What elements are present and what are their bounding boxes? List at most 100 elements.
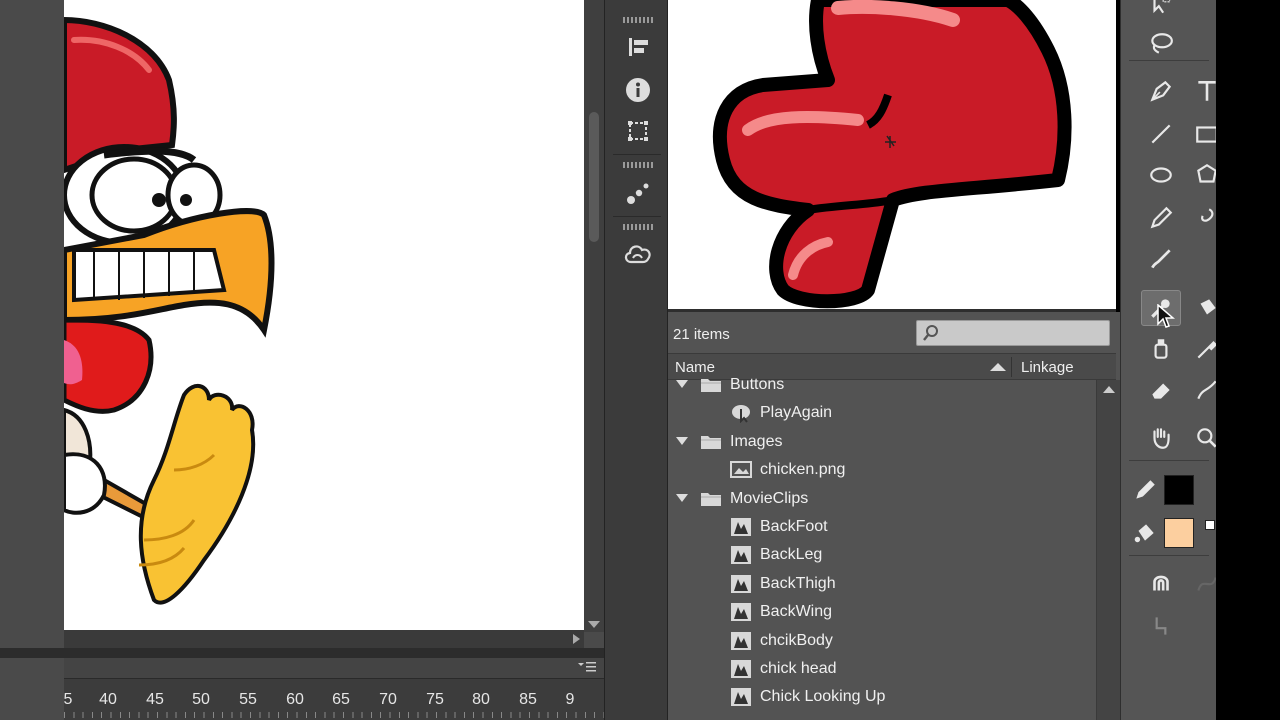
smooth-icon[interactable]: [1187, 566, 1216, 602]
frame-label: 55: [239, 691, 257, 708]
frame-label: 80: [472, 691, 490, 708]
zoom-icon[interactable]: [1187, 420, 1216, 456]
text-icon[interactable]: [1187, 73, 1216, 109]
library-item-row[interactable]: chick head: [668, 655, 1096, 683]
movieclip-icon: [730, 602, 752, 622]
folder-icon: [700, 489, 722, 507]
timeline-ruler[interactable]: 5 40 45 50 55 60 65 70 75 80 85 9: [64, 678, 604, 720]
divider: [613, 154, 661, 155]
straighten-icon[interactable]: [1141, 608, 1181, 644]
width-icon[interactable]: [1187, 372, 1216, 408]
tool-divider: [1129, 555, 1209, 556]
sort-ascending-icon[interactable]: [990, 363, 1006, 371]
panel-grip[interactable]: [623, 17, 653, 23]
library-item-label: MovieClips: [730, 489, 809, 507]
fill-color-swatch[interactable]: [1164, 518, 1194, 548]
movieclip-icon: [730, 574, 752, 593]
library-item-label: BackThigh: [760, 574, 836, 592]
frame-label: 75: [426, 691, 444, 708]
library-folder-row[interactable]: Buttons: [668, 371, 1096, 399]
library-item-row[interactable]: BackThigh: [668, 570, 1096, 598]
ink-bottle-icon[interactable]: [1141, 331, 1181, 367]
pen-icon[interactable]: [1141, 73, 1181, 109]
brush-icon[interactable]: [1187, 200, 1216, 236]
snap-to-objects-icon[interactable]: [1141, 566, 1181, 602]
mouse-pointer-icon: [1157, 303, 1176, 335]
frame-label: 45: [146, 691, 164, 708]
stage-vertical-scrollbar[interactable]: [584, 0, 604, 632]
library-item-label: PlayAgain: [760, 404, 833, 422]
tool-divider: [1129, 460, 1209, 461]
scroll-up-arrow-icon[interactable]: [1103, 386, 1115, 393]
tool-divider: [1129, 60, 1209, 61]
library-item-row[interactable]: chicken.png: [668, 456, 1096, 484]
expand-triangle-icon[interactable]: [676, 436, 688, 445]
library-folder-row[interactable]: MovieClips: [668, 485, 1096, 513]
frame-label: 65: [332, 691, 350, 708]
library-item-label: Buttons: [730, 376, 785, 393]
folder-icon: [700, 375, 722, 393]
library-item-label: chicken.png: [760, 461, 846, 479]
pencil-icon[interactable]: [1141, 200, 1181, 236]
stage-horizontal-scrollbar[interactable]: [64, 630, 584, 648]
panel-grip[interactable]: [623, 224, 653, 230]
library-item-row[interactable]: BackFoot: [668, 513, 1096, 541]
motion-presets-icon[interactable]: [621, 176, 655, 210]
scroll-thumb[interactable]: [589, 112, 599, 242]
library-item-row[interactable]: BackWing: [668, 598, 1096, 626]
line-icon[interactable]: [1141, 116, 1181, 152]
library-item-row[interactable]: BackLeg: [668, 541, 1096, 569]
movieclip-icon: [730, 545, 752, 565]
library-panel: 21 items Name Linkage Buttons PlayAgain Im…: [668, 312, 1120, 720]
creative-cloud-libraries-icon[interactable]: [621, 237, 655, 271]
collapsed-panel-strip: [604, 0, 668, 720]
lasso-icon[interactable]: [1141, 26, 1181, 62]
stage-canvas[interactable]: [64, 0, 584, 630]
oval-icon[interactable]: [1141, 157, 1181, 193]
library-item-count: 21 items: [673, 326, 730, 343]
eraser-icon[interactable]: [1141, 372, 1181, 408]
library-item-label: BackLeg: [760, 546, 823, 564]
paint-brush-icon[interactable]: [1141, 241, 1181, 277]
chicken-artwork[interactable]: [64, 0, 584, 630]
panel-menu-icon[interactable]: [578, 661, 596, 676]
info-icon[interactable]: [621, 73, 655, 107]
library-search[interactable]: [916, 320, 1110, 346]
library-item-row[interactable]: Chick Looking Up: [668, 683, 1096, 711]
frame-label: 70: [379, 691, 397, 708]
library-item-row[interactable]: chcikBody: [668, 627, 1096, 655]
stroke-color-icon[interactable]: [1125, 472, 1165, 508]
paint-bucket-icon[interactable]: [1187, 290, 1216, 326]
expand-triangle-icon[interactable]: [676, 380, 688, 388]
library-scrollbar[interactable]: [1096, 380, 1120, 720]
eyedropper-icon[interactable]: [1187, 331, 1216, 367]
transform-icon[interactable]: [621, 114, 655, 148]
library-item-label: chick head: [760, 660, 837, 677]
hand-icon[interactable]: [1141, 420, 1181, 456]
divider: [613, 216, 661, 217]
polystar-icon[interactable]: [1187, 157, 1216, 193]
search-icon: [922, 324, 940, 347]
library-item-row[interactable]: PlayAgain: [668, 399, 1096, 427]
search-input[interactable]: [945, 324, 1105, 342]
subselection-icon[interactable]: [1141, 0, 1181, 22]
tools-panel: [1120, 0, 1216, 720]
folder-icon: [700, 432, 722, 450]
frame-label: 85: [519, 691, 537, 708]
movieclip-icon: [730, 517, 752, 536]
panel-grip[interactable]: [623, 162, 653, 168]
timeline-header: [64, 658, 604, 678]
scroll-down-arrow-icon[interactable]: [588, 621, 600, 628]
frame-label: 60: [286, 691, 304, 708]
expand-triangle-icon[interactable]: [676, 493, 688, 502]
library-item-label: BackWing: [760, 603, 833, 621]
stroke-color-swatch[interactable]: [1164, 475, 1194, 505]
align-icon[interactable]: [621, 30, 655, 64]
fill-color-icon[interactable]: [1125, 515, 1165, 551]
swap-colors-icon[interactable]: [1205, 520, 1215, 530]
rectangle-icon[interactable]: [1187, 116, 1216, 152]
scroll-right-arrow-icon[interactable]: [573, 634, 580, 644]
library-preview: [668, 0, 1116, 309]
library-item-list: Buttons PlayAgain Images chicken.png MovieCl…: [668, 376, 1096, 720]
library-folder-row[interactable]: Images: [668, 428, 1096, 456]
